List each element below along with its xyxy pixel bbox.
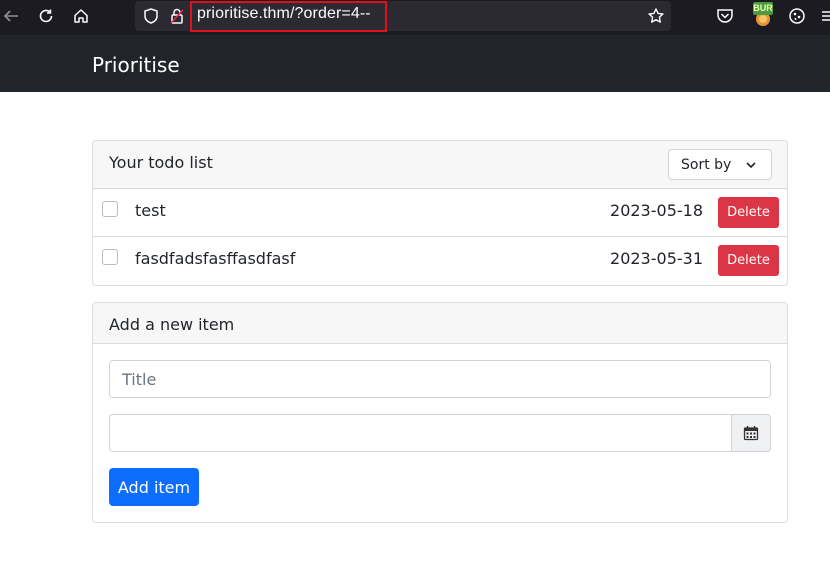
todo-checkbox[interactable] [102,201,118,217]
calendar-icon [743,426,759,441]
star-icon [648,8,664,23]
pocket-icon[interactable] [714,5,736,27]
calendar-button[interactable] [731,414,771,452]
lock-icon[interactable] [166,5,188,27]
url-text[interactable]: prioritise.thm/?order=4-- [197,5,371,23]
title-placeholder: Title [122,369,157,389]
shield-icon[interactable] [140,5,162,27]
menu-button[interactable] [820,5,830,27]
todo-title: fasdfadsfasffasdfasf [135,249,296,268]
add-card-title: Add a new item [109,315,235,334]
delete-button[interactable]: Delete [718,245,779,276]
app-navbar: Prioritise [0,35,830,92]
sort-by-label: Sort by [681,156,732,173]
add-card-header: Add a new item [93,303,787,344]
chevron-down-icon [746,162,756,169]
todo-title: test [135,201,166,220]
home-icon [74,9,88,23]
todo-card-header: Your todo list Sort by [93,141,787,189]
add-item-button[interactable]: Add item [109,468,199,506]
todo-date: 2023-05-18 [610,201,703,220]
date-input[interactable] [109,414,731,452]
todo-card-title: Your todo list [109,153,213,172]
todo-list-card: Your todo list Sort by test 2023-05-18 D… [92,140,788,286]
todo-date: 2023-05-31 [610,249,703,268]
todo-row: test 2023-05-18 Delete [93,189,787,237]
bookmark-button[interactable] [645,5,667,27]
home-button[interactable] [70,5,92,27]
todo-checkbox[interactable] [102,249,118,265]
reload-button[interactable] [35,5,57,27]
title-input[interactable]: Title [109,360,771,398]
burp-badge: BUR [753,2,773,15]
todo-row: fasdfadsfasffasdfasf 2023-05-31 Delete [93,237,787,285]
cookie-icon[interactable] [786,5,808,27]
reload-icon [39,9,53,23]
browser-toolbar: prioritise.thm/?order=4-- BUR [0,0,830,35]
overflow-menu-icon [822,11,830,21]
sort-by-dropdown[interactable]: Sort by [668,149,772,180]
back-button[interactable] [0,5,22,27]
todo-list: test 2023-05-18 Delete fasdfadsfasffasdf… [93,189,787,285]
delete-button[interactable]: Delete [718,197,779,228]
add-item-card: Add a new item Title Add item [92,302,788,523]
brand-link[interactable]: Prioritise [92,53,180,77]
arrow-left-icon [3,10,18,22]
